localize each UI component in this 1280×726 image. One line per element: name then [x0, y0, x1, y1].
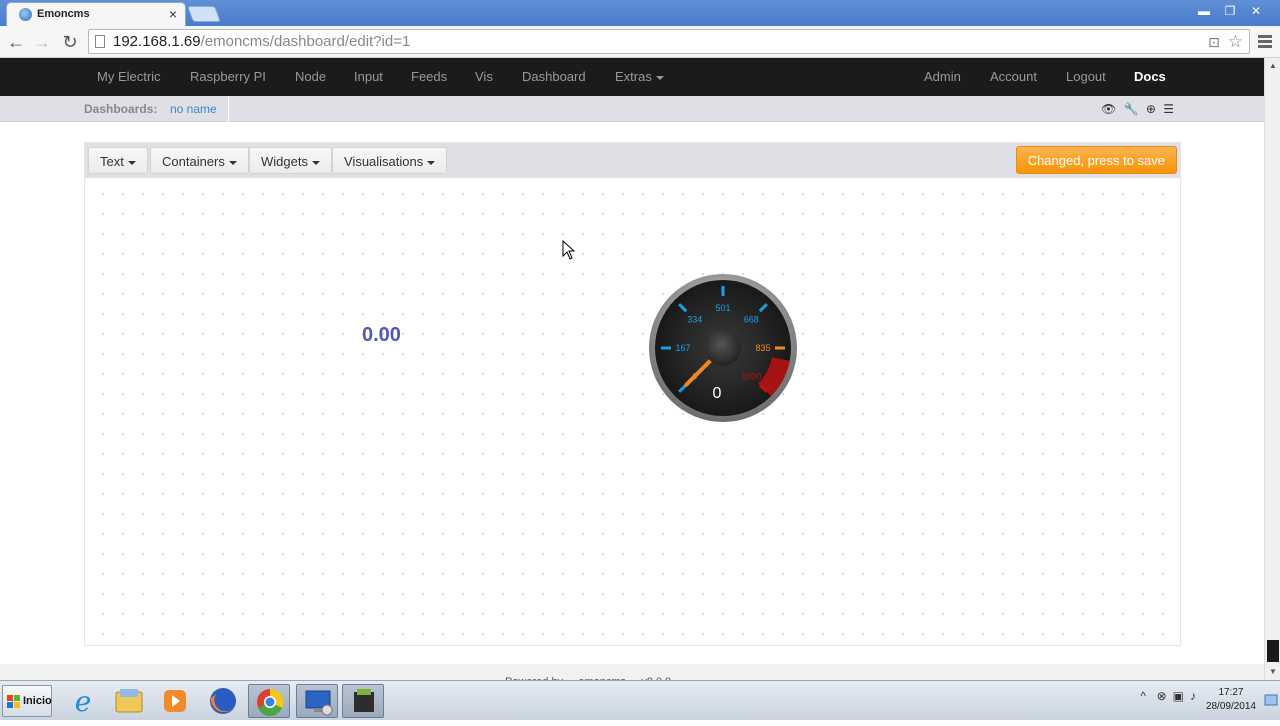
nav-feeds[interactable]: Feeds — [411, 58, 447, 96]
nav-input[interactable]: Input — [354, 58, 383, 96]
clock-date: 28/09/2014 — [1205, 701, 1256, 712]
caret-down-icon — [127, 160, 136, 165]
text-menu-button[interactable]: Text — [88, 147, 148, 174]
gauge-tick-label: 668 — [744, 315, 759, 325]
page-scrollbar[interactable]: ▲ ▼ — [1264, 58, 1280, 680]
gauge-tick-label: 1000 — [741, 371, 761, 381]
svg-text:e: e — [75, 685, 92, 718]
mouse-cursor-icon — [562, 240, 576, 260]
widgets-menu-label: Widgets — [261, 154, 308, 169]
file-explorer-icon[interactable] — [108, 684, 150, 718]
internet-explorer-icon[interactable]: e — [62, 684, 104, 718]
forward-button[interactable]: → — [31, 31, 53, 53]
tray-expand-icon[interactable]: ^ — [1140, 689, 1146, 703]
tab-title: Emoncms — [37, 8, 90, 20]
window-titlebar: Emoncms × ▬ ❐ ✕ — [0, 0, 1280, 26]
divider — [228, 96, 229, 122]
dashboard-editor: Text Containers Widgets Visualisations C… — [84, 142, 1181, 646]
nav-node[interactable]: Node — [295, 58, 326, 96]
close-window-button[interactable]: ✕ — [1244, 2, 1268, 20]
windows-taskbar: Inicio e ^ ⊗▣♪ 17:27 28/09/2014 — [0, 680, 1280, 720]
dashboards-subnav: Dashboards: no name 👁 🔧 ⊕ ☰ — [0, 96, 1264, 122]
scroll-thumb[interactable] — [1267, 640, 1279, 662]
save-dashboard-button[interactable]: Changed, press to save — [1015, 146, 1177, 174]
url-path: /emoncms/dashboard/edit?id=1 — [200, 33, 411, 50]
windows-logo-icon — [7, 695, 20, 708]
containers-menu-label: Containers — [162, 154, 225, 169]
text-menu-label: Text — [100, 154, 124, 169]
nav-docs[interactable]: Docs — [1134, 58, 1166, 96]
containers-menu-button[interactable]: Containers — [150, 147, 249, 174]
main-navbar: My Electric Raspberry PI Node Input Feed… — [0, 58, 1264, 96]
feed-value-widget[interactable]: 0.00 — [362, 324, 401, 347]
start-label: Inicio — [23, 695, 52, 707]
chrome-menu-icon[interactable] — [1258, 35, 1272, 50]
nav-logout[interactable]: Logout — [1066, 58, 1106, 96]
close-tab-icon[interactable]: × — [169, 6, 177, 22]
address-bar-icons: ⊡ ☆ — [1208, 30, 1243, 54]
gauge-value-text: 0 — [713, 385, 722, 402]
media-player-icon[interactable] — [154, 684, 196, 718]
nav-account[interactable]: Account — [990, 58, 1037, 96]
firefox-icon[interactable] — [202, 684, 244, 718]
scroll-down-icon[interactable]: ▼ — [1265, 664, 1280, 680]
nav-extras-dropdown[interactable]: Extras — [615, 58, 664, 96]
nav-dashboard[interactable]: Dashboard — [522, 58, 586, 96]
dashboard-canvas[interactable]: 0.00 01673345016688351000 0 — [85, 178, 1180, 645]
reload-button[interactable]: ↻ — [59, 31, 81, 53]
editor-toolbar: Text Containers Widgets Visualisations C… — [85, 143, 1180, 178]
dashboard-tool-icons[interactable]: 👁 🔧 ⊕ ☰ — [1101, 102, 1176, 116]
page-footer: Powered by ... emoncms ... v8.0.9 — [0, 664, 1264, 688]
bookmark-star-icon[interactable]: ☆ — [1228, 32, 1243, 51]
gauge-tick-label: 334 — [687, 315, 702, 325]
gauge-tick-label: 501 — [715, 303, 730, 313]
nav-admin[interactable]: Admin — [924, 58, 961, 96]
show-desktop-button[interactable] — [1262, 681, 1280, 721]
browser-toolbar: ← → ↻ 192.168.1.69/emoncms/dashboard/edi… — [0, 26, 1280, 58]
caret-down-icon — [311, 160, 320, 165]
system-clock[interactable]: 17:27 28/09/2014 — [1206, 686, 1256, 714]
gauge-tick-label: 835 — [755, 343, 770, 353]
caret-down-icon — [427, 160, 436, 165]
start-button[interactable]: Inicio — [2, 685, 52, 717]
visualisations-menu-button[interactable]: Visualisations — [332, 147, 448, 174]
emoncms-favicon-icon — [19, 8, 32, 21]
nav-vis[interactable]: Vis — [475, 58, 493, 96]
back-button[interactable]: ← — [5, 31, 27, 53]
widgets-menu-button[interactable]: Widgets — [249, 147, 332, 174]
nav-raspberry-pi[interactable]: Raspberry PI — [190, 58, 266, 96]
remote-desktop-icon[interactable] — [296, 684, 338, 718]
caret-down-icon — [655, 75, 664, 80]
url-host: 192.168.1.69 — [113, 33, 201, 50]
nav-my-electric[interactable]: My Electric — [97, 58, 161, 96]
new-tab-button[interactable] — [187, 6, 221, 22]
restore-window-button[interactable]: ❐ — [1218, 2, 1242, 20]
visualisations-menu-label: Visualisations — [344, 154, 424, 169]
scroll-up-icon[interactable]: ▲ — [1265, 58, 1280, 74]
clock-time: 17:27 — [1218, 687, 1244, 698]
address-bar[interactable]: 192.168.1.69/emoncms/dashboard/edit?id=1… — [88, 29, 1250, 54]
dial-gauge-widget[interactable]: 01673345016688351000 0 — [647, 272, 799, 424]
page-icon — [95, 35, 105, 48]
dashboard-name-link[interactable]: no name — [170, 102, 217, 116]
gauge-hub — [705, 330, 741, 366]
gauge-tick-label: 167 — [675, 343, 690, 353]
nav-extras-label: Extras — [615, 69, 652, 84]
browser-tab-emoncms[interactable]: Emoncms × — [6, 2, 186, 26]
terminal-app-icon[interactable] — [342, 684, 384, 718]
dashboards-label: Dashboards: — [84, 102, 158, 116]
translate-icon[interactable]: ⊡ — [1208, 34, 1220, 50]
chrome-taskbar-icon[interactable] — [248, 684, 290, 718]
tray-status-icons[interactable]: ⊗▣♪ — [1157, 689, 1202, 703]
minimize-window-button[interactable]: ▬ — [1192, 2, 1216, 20]
caret-down-icon — [228, 160, 237, 165]
